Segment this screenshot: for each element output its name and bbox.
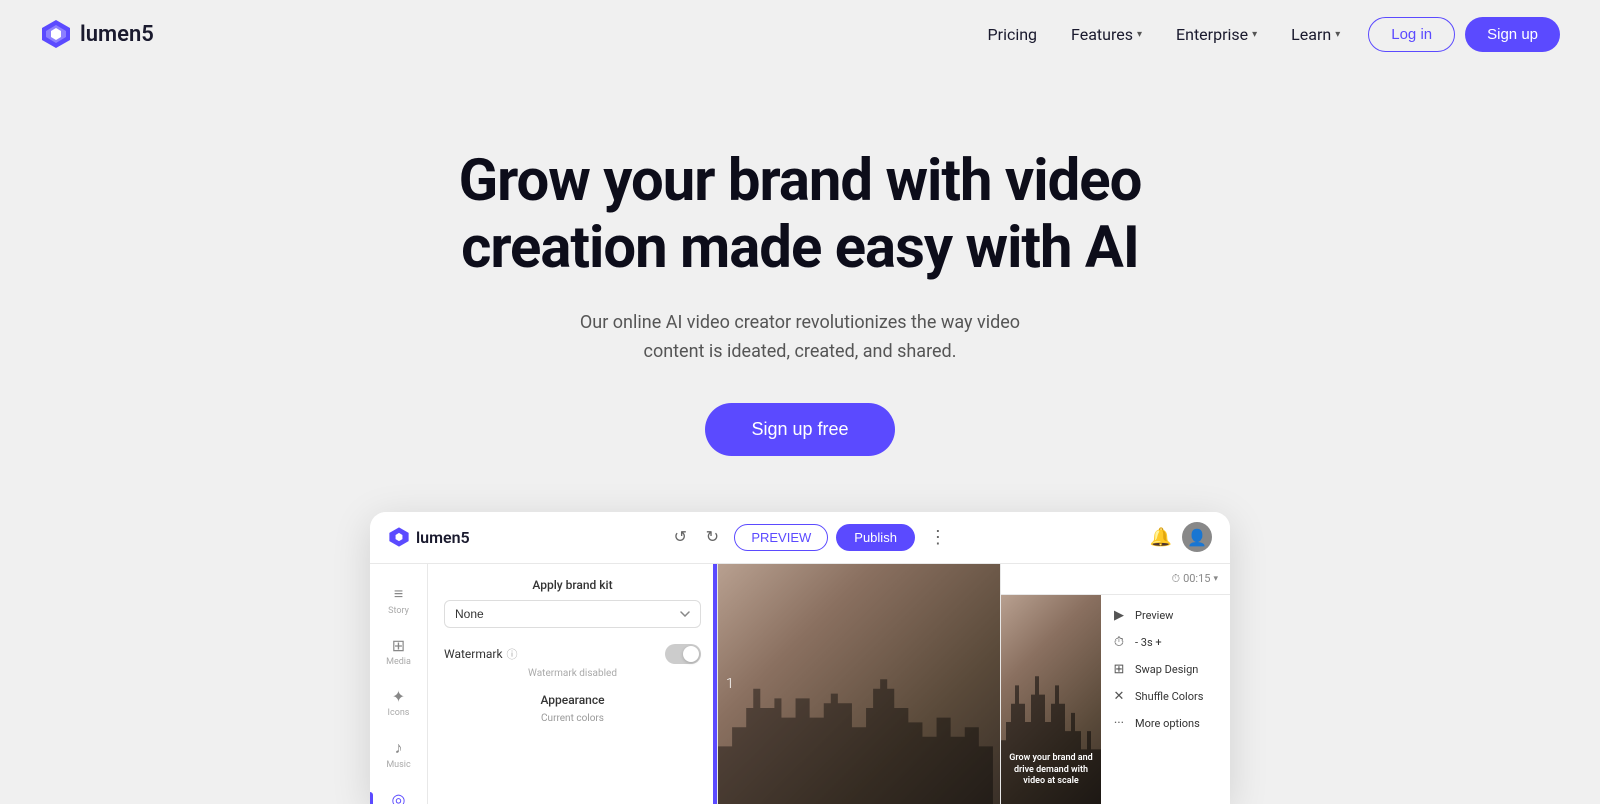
- signup-nav-button[interactable]: Sign up: [1465, 17, 1560, 52]
- icons-icon: ✦: [392, 687, 405, 706]
- sidebar-music[interactable]: ♪ Music: [370, 730, 427, 778]
- features-chevron-icon: ▾: [1137, 29, 1142, 40]
- play-icon: ▶: [1111, 608, 1127, 623]
- logo[interactable]: lumen5: [40, 18, 154, 50]
- publish-button[interactable]: Publish: [836, 524, 915, 551]
- clock-icon: ⏱: [1171, 572, 1180, 586]
- sidebar-media[interactable]: ⊞ Media: [370, 628, 427, 675]
- navbar: lumen5 Pricing Features ▾ Enterprise ▾ L…: [0, 0, 1600, 68]
- story-icon: ≡: [394, 584, 403, 604]
- panel-divider: [713, 564, 717, 804]
- nav-enterprise[interactable]: Enterprise ▾: [1162, 17, 1271, 52]
- video-background: [718, 564, 1000, 804]
- sidebar-style[interactable]: ◎ Style: [370, 782, 427, 804]
- app-body: ≡ Story ⊞ Media ✦ Icons ♪ Music ◎ Styl: [370, 564, 1230, 804]
- enterprise-chevron-icon: ▾: [1252, 29, 1257, 40]
- watermark-help-icon: ⓘ: [507, 646, 518, 662]
- watermark-toggle[interactable]: [665, 644, 701, 664]
- app-topbar: lumen5 ↺ ↻ PREVIEW Publish ⋮ 🔔 👤: [370, 512, 1230, 564]
- hero-subtitle: Our online AI video creator revolutioniz…: [560, 309, 1040, 367]
- chevron-icon: ▾: [1213, 574, 1218, 584]
- current-colors-label: Current colors: [444, 713, 701, 724]
- nav-links: Pricing Features ▾ Enterprise ▾ Learn ▾ …: [974, 17, 1560, 52]
- appearance-title: Appearance: [444, 693, 701, 707]
- topbar-center: ↺ ↻ PREVIEW Publish ⋮: [666, 523, 953, 551]
- thumb-text: Grow your brand and drive demand with vi…: [1009, 753, 1093, 788]
- video-thumbnail-strip: Grow your brand and drive demand with vi…: [1001, 595, 1101, 804]
- user-avatar[interactable]: 👤: [1182, 522, 1212, 552]
- swap-icon: ⊞: [1111, 662, 1127, 677]
- shuffle-icon: ✕: [1111, 689, 1127, 704]
- hero-title: Grow your brand with video creation made…: [459, 148, 1142, 281]
- watermark-row: Watermark ⓘ: [444, 644, 701, 664]
- media-icon: ⊞: [392, 636, 405, 655]
- more-options-icon[interactable]: ⋮: [929, 527, 947, 548]
- settings-panel: Apply brand kit None Watermark ⓘ Waterma…: [428, 564, 718, 804]
- signup-hero-button[interactable]: Sign up free: [705, 403, 894, 456]
- more-icon: ···: [1111, 716, 1127, 731]
- right-panel-body: Grow your brand and drive demand with vi…: [1001, 595, 1230, 804]
- video-slide-number: 1: [726, 676, 734, 692]
- timer-icon: ⏱: [1111, 635, 1127, 650]
- app-preview: lumen5 ↺ ↻ PREVIEW Publish ⋮ 🔔 👤: [370, 512, 1230, 804]
- preview-button[interactable]: PREVIEW: [734, 524, 828, 551]
- actions-panel: ▶ Preview ⏱ - 3s + ⊞ Swap Design ✕: [1101, 595, 1230, 804]
- login-button[interactable]: Log in: [1368, 17, 1455, 52]
- watermark-disabled-text: Watermark disabled: [444, 668, 701, 679]
- nav-pricing[interactable]: Pricing: [974, 17, 1052, 52]
- action-more-options[interactable]: ··· More options: [1111, 713, 1220, 734]
- topbar-right: 🔔 👤: [1150, 522, 1212, 552]
- right-panel: ⏱ 00:15 ▾ Grow your brand and drive dem: [1000, 564, 1230, 804]
- video-area: 1: [718, 564, 1000, 804]
- action-shuffle-colors[interactable]: ✕ Shuffle Colors: [1111, 686, 1220, 707]
- hero-section: Grow your brand with video creation made…: [0, 0, 1600, 804]
- hero-content: Grow your brand with video creation made…: [459, 148, 1142, 456]
- video-duration: ⏱ 00:15 ▾: [1171, 572, 1218, 586]
- action-preview[interactable]: ▶ Preview: [1111, 605, 1220, 626]
- undo-redo-group: ↺ ↻: [666, 523, 726, 551]
- brand-kit-label: Apply brand kit: [444, 578, 701, 592]
- sidebar-story[interactable]: ≡ Story: [370, 576, 427, 624]
- music-icon: ♪: [395, 738, 403, 758]
- sidebar-icons[interactable]: ✦ Icons: [370, 679, 427, 726]
- right-panel-header: ⏱ 00:15 ▾: [1001, 564, 1230, 595]
- watermark-label: Watermark ⓘ: [444, 646, 518, 662]
- nav-features[interactable]: Features ▾: [1057, 17, 1156, 52]
- learn-chevron-icon: ▾: [1335, 29, 1340, 40]
- style-icon: ◎: [392, 790, 406, 804]
- app-left-sidebar: ≡ Story ⊞ Media ✦ Icons ♪ Music ◎ Styl: [370, 564, 428, 804]
- nav-learn[interactable]: Learn ▾: [1277, 17, 1354, 52]
- redo-button[interactable]: ↻: [698, 523, 726, 551]
- app-logo: lumen5: [388, 526, 470, 548]
- action-duration[interactable]: ⏱ - 3s +: [1111, 632, 1220, 653]
- logo-text: lumen5: [80, 22, 154, 47]
- undo-button[interactable]: ↺: [666, 523, 694, 551]
- action-swap-design[interactable]: ⊞ Swap Design: [1111, 659, 1220, 680]
- brand-kit-select[interactable]: None: [444, 600, 701, 628]
- notification-bell-icon[interactable]: 🔔: [1150, 527, 1172, 548]
